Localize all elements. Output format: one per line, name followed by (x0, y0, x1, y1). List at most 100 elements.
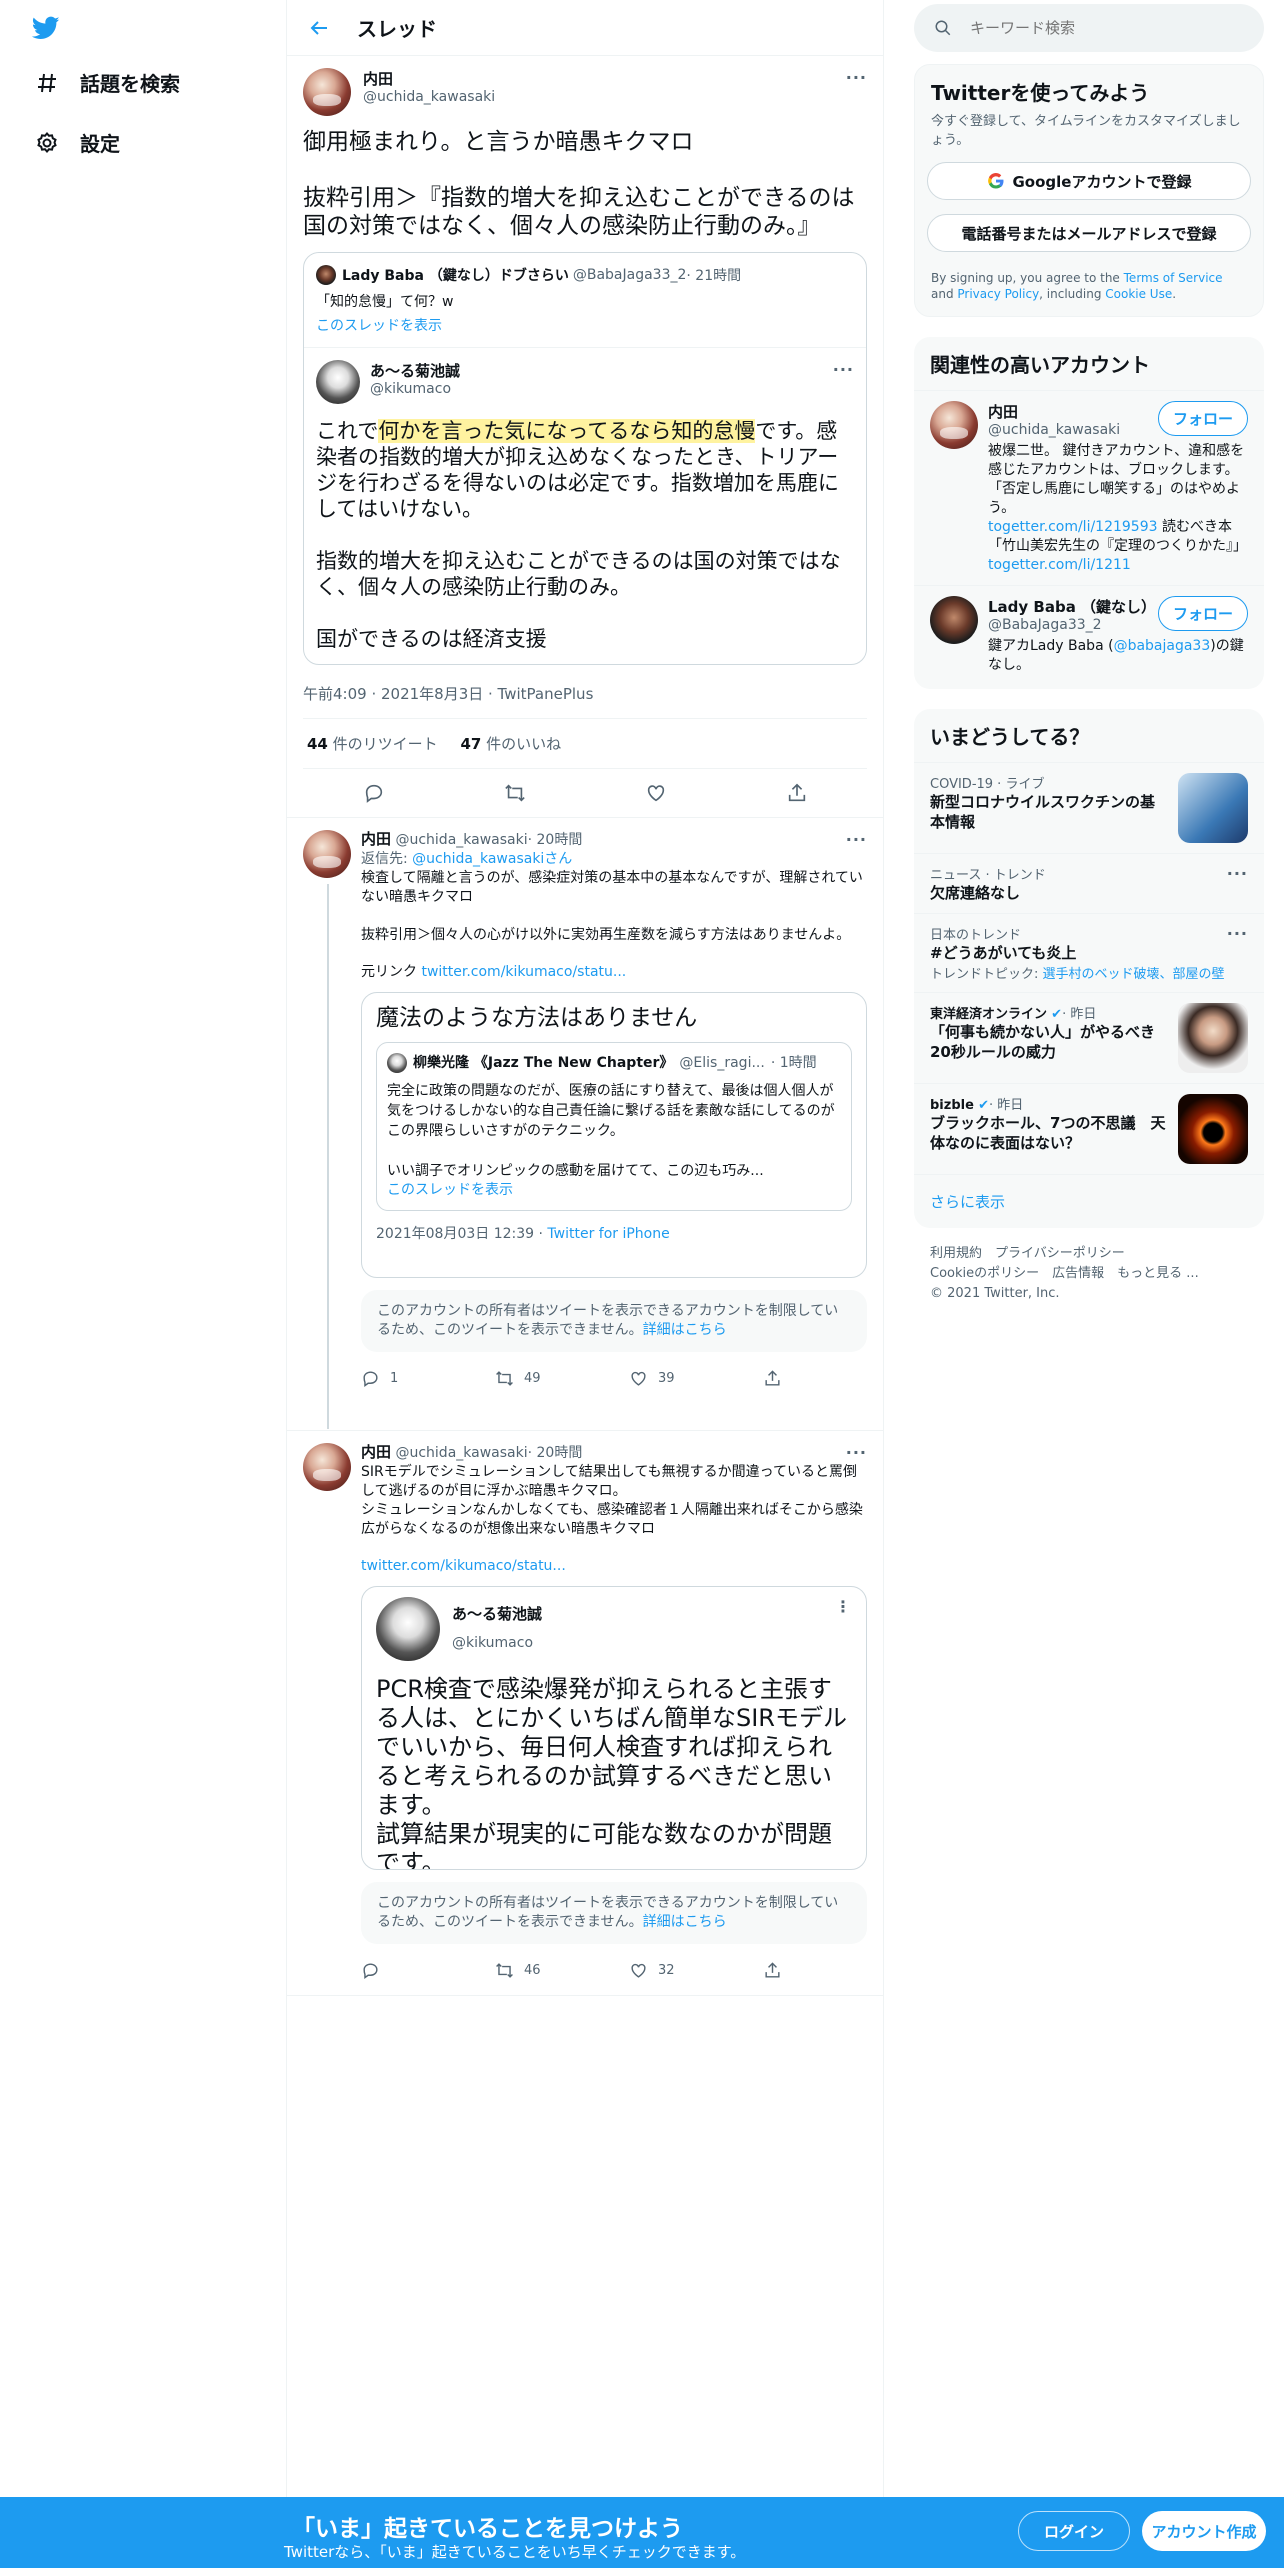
follow-button[interactable]: フォロー (1157, 596, 1248, 631)
trend-item[interactable]: ニュース · トレンド 欠席連絡なし ··· (914, 853, 1264, 913)
retweet-button[interactable]: 49 (495, 1369, 629, 1388)
footer-link[interactable]: もっと見る ... (1117, 1266, 1199, 1281)
account-handle[interactable]: @uchida_kawasaki (988, 422, 1120, 438)
account-handle[interactable]: @BabaJaga33_2 (988, 617, 1156, 633)
avatar[interactable] (303, 68, 351, 116)
retweet-count[interactable]: 44 件のリツイート (307, 735, 438, 753)
left-sidebar: 話題を検索 設定 (0, 0, 286, 2568)
footer-link[interactable]: 利用規約 (930, 1246, 982, 1261)
share-icon[interactable] (786, 782, 808, 804)
account-item[interactable]: 内田 @uchida_kawasaki フォロー 被爆二世。 鍵付きアカウント、違… (914, 390, 1264, 585)
quoted-tweet[interactable]: あ〜る菊池誠 @kikumaco ⋮ PCR検査で感染爆発が抑えられると主張する… (361, 1586, 867, 1870)
author-name[interactable]: 内田 (363, 68, 846, 89)
create-account-button[interactable]: アカウント作成 (1142, 2511, 1266, 2551)
trend-item[interactable]: 日本のトレンド #どうあがいても炎上 トレンドトピック: 選手村のベッド破壊、部屋の… (914, 913, 1264, 992)
learn-more-link[interactable]: 詳細はこちら (643, 1322, 727, 1338)
account-item[interactable]: Lady Baba （鍵なし） @BabaJaga33_2 フォロー 鍵アカLad… (914, 585, 1264, 689)
terms-link[interactable]: Terms of Service (1124, 271, 1223, 285)
trend-thumbnail (1178, 1003, 1248, 1073)
avatar[interactable] (303, 1443, 351, 1491)
source-link[interactable]: twitter.com/kikumaco/statu... (421, 964, 626, 980)
retweet-button[interactable]: 46 (495, 1961, 629, 1980)
more-options-icon[interactable]: ··· (846, 830, 867, 849)
author-handle[interactable]: @uchida_kawasaki (395, 832, 527, 848)
author-name[interactable]: 内田 (361, 830, 391, 848)
avatar[interactable] (303, 830, 351, 878)
reply-button[interactable]: 1 (361, 1369, 495, 1388)
show-thread-link[interactable]: このスレッドを表示 (387, 1181, 841, 1200)
trend-topics-link[interactable]: 選手村のベッド破壊、部屋の壁 (1043, 967, 1225, 982)
quote-top-time: · 21時間 (686, 268, 742, 284)
tweet-time[interactable]: · 20時間 (528, 832, 583, 848)
nested-quote[interactable]: 柳樂光隆 《Jazz The New Chapter》 @Elis_ragi..… (376, 1042, 852, 1211)
footer-link[interactable]: 広告情報 (1052, 1266, 1104, 1281)
more-options-icon[interactable]: ··· (1227, 864, 1248, 903)
login-button[interactable]: ログイン (1018, 2511, 1130, 2551)
source-link[interactable]: twitter.com/kikumaco/statu... (361, 1557, 867, 1576)
retweet-icon[interactable] (504, 782, 526, 804)
card-source[interactable]: Twitter for iPhone (547, 1226, 669, 1242)
reply-button[interactable] (361, 1961, 495, 1980)
cookie-link[interactable]: Cookie Use (1105, 287, 1172, 301)
account-name[interactable]: Lady Baba （鍵なし） (988, 596, 1156, 617)
twitter-logo-icon[interactable] (30, 14, 62, 42)
nav-settings[interactable]: 設定 (34, 128, 120, 157)
quoted-tweet[interactable]: Lady Baba （鍵なし）ドブさらい @BabaJaga33_2 · 21時… (303, 252, 867, 665)
more-options-icon[interactable]: ··· (846, 1443, 867, 1462)
trend-item[interactable]: 東洋経済オンライン ✔· 昨日 「何事も続かない人」がやるべき20秒ルールの威力 (914, 992, 1264, 1083)
trend-item[interactable]: bizble ✔· 昨日 ブラックホール、7つの不思議 天体なのに表面はない？ (914, 1083, 1264, 1174)
legal-part: . (1172, 287, 1177, 301)
show-more-link[interactable]: さらに表示 (914, 1174, 1264, 1228)
account-bio: 被爆二世。 鍵付きアカウント、違和感を感じたアカウントは、ブロックします。「否定… (988, 442, 1248, 575)
author-handle[interactable]: @uchida_kawasaki (363, 89, 846, 105)
bio-link[interactable]: togetter.com/li/1219593 (988, 519, 1158, 535)
quote-author-name: あ〜る菊池誠 (370, 362, 461, 380)
reply-tweet[interactable]: 内田 @uchida_kawasaki· 20時間 ··· SIRモデルでシミュ… (287, 1431, 883, 1996)
quote-author-handle: @kikumaco (370, 381, 452, 397)
show-thread-link[interactable]: このスレッドを表示 (316, 315, 854, 335)
nav-explore-label: 話題を検索 (80, 72, 180, 96)
bio-link[interactable]: @babajaga33 (1114, 638, 1211, 654)
privacy-link[interactable]: Privacy Policy (957, 287, 1039, 301)
google-signup-button[interactable]: Googleアカウントで登録 (927, 162, 1251, 200)
search-box[interactable] (914, 4, 1264, 52)
reply-tweet[interactable]: 内田 @uchida_kawasaki· 20時間 ··· 返信先: @uchi… (287, 818, 883, 1431)
search-input[interactable] (970, 19, 1230, 37)
trend-item[interactable]: COVID-19 · ライブ 新型コロナウイルスワクチンの基本情報 (914, 762, 1264, 853)
tweet-time[interactable]: · 20時間 (528, 1445, 583, 1461)
like-count: 32 (658, 1962, 675, 1978)
like-icon[interactable] (645, 782, 667, 804)
tweet-timestamp[interactable]: 午前4:09 · 2021年8月3日 · TwitPanePlus (303, 669, 867, 719)
trend-title: #どうあがいても炎上 (930, 944, 1077, 962)
retweet-count-label: 件のリツイート (332, 735, 438, 753)
more-options-icon[interactable]: ··· (846, 68, 867, 87)
more-options-icon[interactable]: ⋮ (835, 1597, 852, 1616)
reply-to-link[interactable]: @uchida_kawasakiさん (412, 851, 572, 867)
reply-icon (363, 1962, 378, 1979)
avatar[interactable] (930, 401, 978, 449)
legal-part: and (931, 287, 958, 301)
like-count[interactable]: 47 件のいいね (460, 735, 561, 753)
embedded-card[interactable]: 魔法のような方法はありません 柳樂光隆 《Jazz The New Chapte… (361, 992, 867, 1278)
trend-title: 欠席連絡なし (930, 884, 1021, 902)
reply-icon[interactable] (363, 782, 385, 804)
share-button[interactable] (763, 1369, 792, 1388)
footer-link[interactable]: プライバシーポリシー (995, 1246, 1125, 1261)
follow-button[interactable]: フォロー (1157, 401, 1248, 436)
like-button[interactable]: 39 (629, 1369, 763, 1388)
more-options-icon[interactable]: ··· (833, 360, 854, 379)
bio-link[interactable]: togetter.com/li/1211 (988, 557, 1131, 573)
learn-more-link[interactable]: 詳細はこちら (643, 1914, 727, 1930)
account-name[interactable]: 内田 (988, 401, 1120, 422)
author-name[interactable]: 内田 (361, 1443, 391, 1461)
avatar[interactable] (930, 596, 978, 644)
share-button[interactable] (763, 1961, 792, 1980)
author-handle[interactable]: @uchida_kawasaki (395, 1445, 527, 1461)
footer-link[interactable]: Cookieのポリシー (930, 1266, 1039, 1281)
like-button[interactable]: 32 (629, 1961, 763, 1980)
reply-to-label: 返信先: (361, 851, 413, 867)
more-options-icon[interactable]: ··· (1227, 924, 1248, 982)
back-arrow-icon[interactable] (307, 16, 331, 40)
phone-signup-button[interactable]: 電話番号またはメールアドレスで登録 (927, 214, 1251, 252)
nav-explore[interactable]: 話題を検索 (34, 68, 180, 97)
